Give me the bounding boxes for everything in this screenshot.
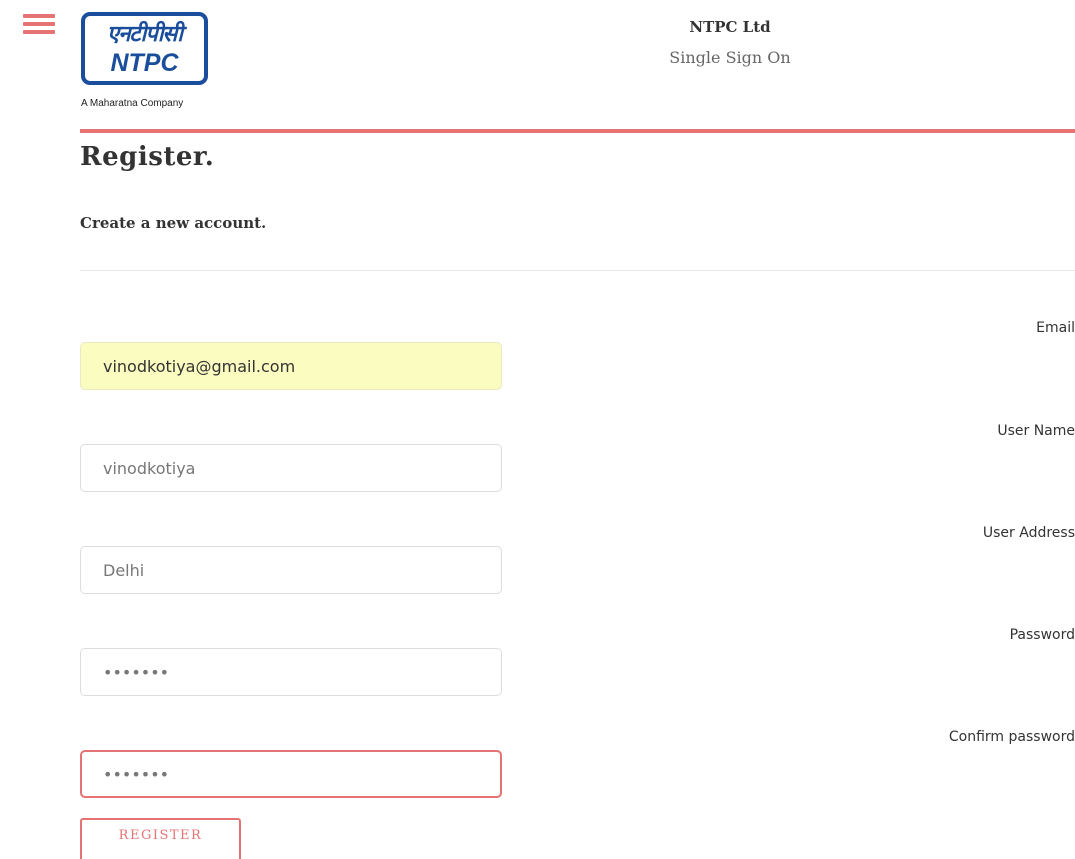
password-label: Password <box>1009 627 1075 643</box>
content-divider <box>80 270 1075 271</box>
register-button[interactable]: REGISTER <box>80 818 241 859</box>
user-name-field[interactable] <box>80 444 502 492</box>
email-field[interactable] <box>80 342 502 390</box>
email-label: Email <box>1036 320 1075 336</box>
hamburger-menu-icon[interactable] <box>23 14 55 36</box>
confirm-password-label: Confirm password <box>948 729 1075 745</box>
header-divider <box>80 129 1075 133</box>
password-field[interactable] <box>80 648 502 696</box>
logo-badge: एनटीपीसी NTPC <box>81 12 208 85</box>
ntpc-logo[interactable]: एनटीपीसी NTPC A Maharatna Company <box>80 12 220 117</box>
site-subtitle: Single Sign On <box>669 48 791 67</box>
confirm-password-field[interactable] <box>80 750 502 798</box>
logo-tagline: A Maharatna Company <box>81 98 184 109</box>
user-address-label: User Address <box>982 525 1075 541</box>
logo-english-text: NTPC <box>110 49 179 77</box>
site-title: NTPC Ltd <box>689 18 771 36</box>
user-address-field[interactable] <box>80 546 502 594</box>
logo-hindi-text: एनटीपीसी <box>107 21 183 47</box>
user-name-label: User Name <box>997 423 1075 439</box>
page-subtitle: Create a new account. <box>80 214 267 232</box>
page-title: Register. <box>80 142 215 172</box>
